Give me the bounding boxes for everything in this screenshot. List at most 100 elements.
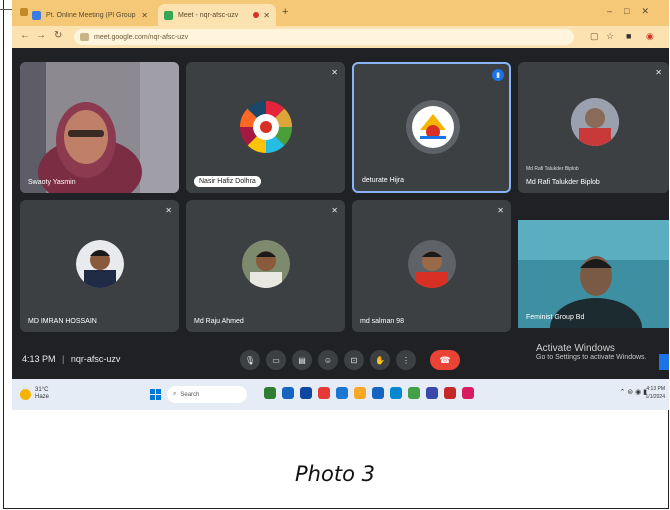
participant-grid: Swaoty Yasmin ✕ Nasir Hafiz Dolhra ▮ det… [12,48,669,341]
taskbar-clock[interactable]: 4:13 PM 1/1/2024 [646,385,665,401]
participant-name: MD IMRAN HOSSAIN [28,318,97,325]
taskbar-search[interactable]: ⌕ Search [167,386,247,403]
app-icon[interactable] [300,387,312,399]
browser-tab-bar: Pt. Online Meeting (Pl Group Class) ✕ Me… [12,0,669,26]
recording-dot-icon [253,12,260,18]
folder-icon[interactable] [354,387,366,399]
sidepanel-icon[interactable]: ■ [626,31,631,41]
participant-tile[interactable]: ✕ MD IMRAN HOSSAIN [20,200,179,332]
mic-off-icon: ✕ [497,206,504,215]
tab-title: Pt. Online Meeting (Pl Group Class) [46,11,137,19]
app-icon[interactable] [264,387,276,399]
app-icon[interactable] [282,387,294,399]
participant-avatar [76,240,124,288]
participant-video [518,220,669,328]
participant-subtitle: Md Rafi Talukder Biplob [526,166,579,172]
activities-button[interactable] [659,354,669,370]
back-icon[interactable]: ← [20,30,30,41]
weather-text: Haze [35,394,50,400]
url-field[interactable]: meet.google.com/nqr-afsc-uzv [74,29,574,45]
app-icon[interactable] [462,387,474,399]
sun-icon [20,388,31,400]
participant-name: Md Raju Ahmed [194,318,244,325]
microphone-button[interactable]: 🎙 [240,350,260,370]
camera-icon: ▭ [272,355,280,365]
sdg-wheel-avatar [239,100,293,154]
camera-button[interactable]: ▭ [266,350,286,370]
participant-name: Nasir Hafiz Dolhra [194,176,261,187]
address-bar: ← → ↻ meet.google.com/nqr-afsc-uzv ▢ ☆ ■… [12,26,669,48]
emoji-button[interactable]: ☺ [318,350,338,370]
participant-tile[interactable]: Swaoty Yasmin [20,62,179,193]
browser-tab-1[interactable]: Pt. Online Meeting (Pl Group Class) ✕ [26,4,154,26]
profile-icon[interactable]: ◉ [646,31,654,42]
participant-tile[interactable]: ✕ Md Raju Ahmed [186,200,345,332]
mic-off-icon: ✕ [165,206,172,215]
clock-time: 4:13 PM [646,386,665,392]
present-icon: ⊡ [350,355,358,365]
participant-avatar [242,240,290,288]
star-icon[interactable]: ☆ [606,31,614,42]
window-controls[interactable]: –□✕ [607,6,661,17]
participant-tile-active-speaker[interactable]: ▮ deturate Hijra [352,62,511,193]
microphone-icon: 🎙 [244,355,256,365]
more-vert-icon: ⋮ [402,355,410,365]
meeting-control-bar: 4:13 PM | nqr-afsc-uzv 🎙 ▭ ▤ ☺ ⊡ ✋ ⋮ ☎ A… [12,341,669,379]
mic-off-icon: ✕ [331,68,338,77]
mic-off-icon: ✕ [655,68,662,77]
url-text: meet.google.com/nqr-afsc-uzv [94,33,189,41]
app-icon[interactable] [372,387,384,399]
weather-widget[interactable]: 31°C Haze [20,387,49,401]
reload-icon[interactable]: ↻ [54,30,62,41]
edge-icon[interactable] [390,387,402,399]
windows-taskbar: 31°C Haze ⌕ Search ⌃ ⊜ ◉ ▮ 4:13 PM 1/1/2… [12,379,669,410]
new-tab-icon[interactable]: + [282,6,288,18]
speaking-indicator-icon: ▮ [492,69,504,81]
windows-start-icon[interactable] [150,389,161,400]
weather-temp: 31°C [35,387,49,393]
chrome-icon[interactable] [408,387,420,399]
participant-name: md salman 98 [360,318,404,325]
activate-windows-watermark: Activate Windows Go to Settings to activ… [536,343,647,361]
search-placeholder: Search [180,391,200,398]
participant-tile[interactable]: ✕ Md Rafi Talukder Biplob Md Rafi Talukd… [518,62,669,193]
raise-hand-button[interactable]: ✋ [370,350,390,370]
meeting-code: nqr-afsc-uzv [70,354,121,364]
forward-icon[interactable]: → [36,30,46,41]
cast-icon[interactable]: ▢ [590,31,599,42]
participant-tile[interactable]: ✕ md salman 98 [352,200,511,332]
app-icon[interactable] [426,387,438,399]
app-icon[interactable] [336,387,348,399]
participant-video [20,62,179,193]
participant-avatar [408,240,456,288]
participant-name: deturate Hijra [362,177,405,184]
meeting-info: 4:13 PM | nqr-afsc-uzv [22,354,120,364]
app-icon[interactable] [318,387,330,399]
end-call-button[interactable]: ☎ [430,350,460,370]
participant-name: Feminist Group Bd [526,314,585,321]
phone-hangup-icon: ☎ [439,354,451,365]
meet-favicon-icon [164,10,173,20]
participant-name: Swaoty Yasmin [28,179,76,186]
organization-logo-avatar [406,100,460,154]
clock-date: 1/1/2024 [645,394,665,400]
tab-close-icon[interactable]: ✕ [263,11,270,20]
site-info-icon[interactable] [80,33,89,41]
captions-button[interactable]: ▤ [292,350,312,370]
chrome-icon[interactable] [444,387,456,399]
browser-tab-2-active[interactable]: Meet - nqr-afsc-uzv ✕ [158,4,276,26]
watermark-title: Activate Windows [536,343,615,354]
tab-title: Meet - nqr-afsc-uzv [178,11,239,19]
system-tray[interactable]: ⌃ ⊜ ◉ ▮ [619,388,647,396]
photo-caption: Photo 3 [295,462,375,486]
more-options-button[interactable]: ⋮ [396,350,416,370]
tab-close-icon[interactable]: ✕ [141,11,148,20]
search-icon: ⌕ [173,391,177,397]
separator: | [62,354,65,364]
captions-icon: ▤ [298,355,306,365]
participant-tile[interactable]: ✕ Nasir Hafiz Dolhra [186,62,345,193]
hand-icon: ✋ [375,355,385,365]
watermark-subtitle: Go to Settings to activate Windows. [536,354,647,361]
present-button[interactable]: ⊡ [344,350,364,370]
participant-tile[interactable]: Feminist Group Bd [518,220,669,328]
